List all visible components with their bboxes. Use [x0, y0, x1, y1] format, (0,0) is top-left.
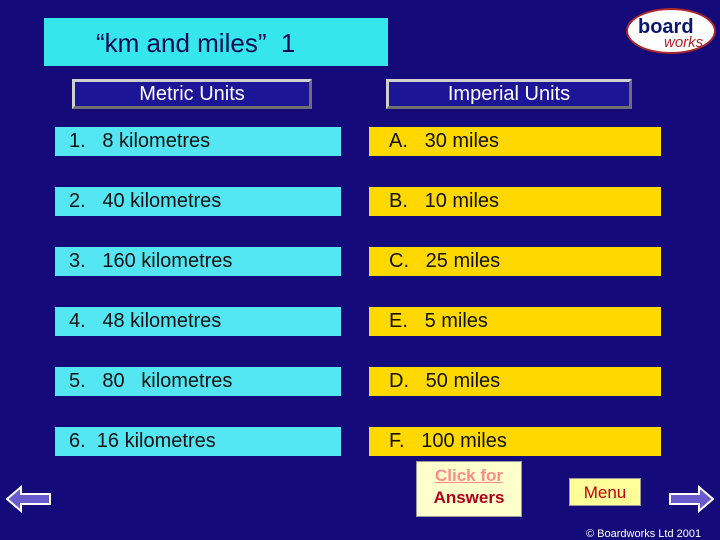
metric-item-4[interactable]: 4. 48 kilometres [55, 307, 341, 336]
menu-button[interactable]: Menu [569, 478, 641, 506]
imperial-item-f[interactable]: F. 100 miles [369, 427, 661, 456]
imperial-item-d[interactable]: D. 50 miles [369, 367, 661, 396]
title-box: “km and miles” 1 [44, 18, 388, 66]
metric-units-header: Metric Units [72, 79, 312, 109]
imperial-item-e[interactable]: E. 5 miles [369, 307, 661, 336]
metric-item-2[interactable]: 2. 40 kilometres [55, 187, 341, 216]
metric-item-1[interactable]: 1. 8 kilometres [55, 127, 341, 156]
copyright-notice: © Boardworks Ltd 2001 [586, 528, 702, 540]
imperial-units-header: Imperial Units [386, 79, 632, 109]
metric-item-5[interactable]: 5. 80 kilometres [55, 367, 341, 396]
imperial-item-c[interactable]: C. 25 miles [369, 247, 661, 276]
answers-link-line1[interactable]: Click for [417, 466, 521, 486]
metric-item-3[interactable]: 3. 160 kilometres [55, 247, 341, 276]
logo-text-works: works [664, 34, 704, 51]
back-arrow-icon[interactable] [6, 484, 52, 514]
imperial-item-b[interactable]: B. 10 miles [369, 187, 661, 216]
metric-item-6[interactable]: 6. 16 kilometres [55, 427, 341, 456]
click-for-answers-button[interactable]: Click for Answers [416, 461, 522, 517]
forward-arrow-icon[interactable] [668, 484, 714, 514]
boardworks-logo: board works [626, 8, 716, 54]
answers-link-line2[interactable]: Answers [417, 488, 521, 508]
imperial-item-a[interactable]: A. 30 miles [369, 127, 661, 156]
page-title: “km and miles” 1 [96, 28, 296, 58]
